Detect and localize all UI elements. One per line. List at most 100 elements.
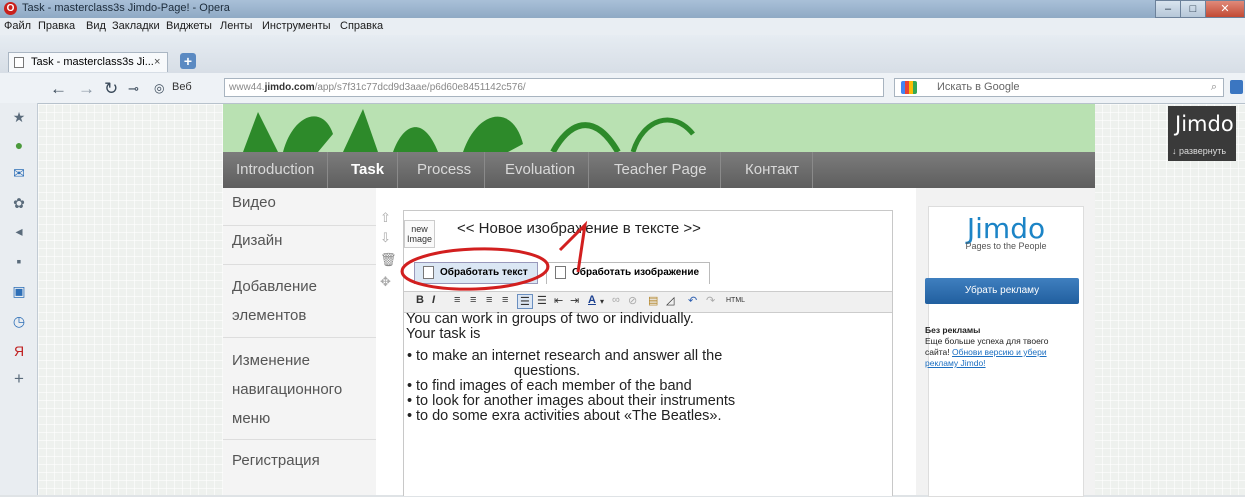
menu-help[interactable]: Справка — [340, 20, 383, 32]
google-icon[interactable] — [901, 81, 917, 94]
submenu-registration[interactable]: Регистрация — [232, 446, 320, 475]
downloads-icon[interactable]: ▣ — [10, 283, 28, 300]
submenu-add-line2[interactable]: элементов — [232, 301, 306, 330]
opera-logo-icon: O — [4, 2, 17, 15]
nav-contact[interactable]: Контакт — [732, 152, 814, 188]
redo-icon[interactable]: ↷ — [706, 294, 715, 307]
menu-file[interactable]: Файл — [4, 20, 31, 32]
align-left-icon[interactable]: ≡ — [454, 294, 460, 306]
tab-edit-image-label: Обработать изображение — [572, 267, 700, 278]
yandex-icon[interactable]: Я — [10, 343, 28, 359]
right-sidebar: Jimdo Pages to the People Убрать рекламу… — [916, 188, 1095, 497]
new-image-badge: new Image — [404, 220, 435, 248]
nav-evoluation[interactable]: Evoluation — [492, 152, 590, 188]
nav-teacher-page[interactable]: Teacher Page — [601, 152, 721, 188]
justify-icon[interactable]: ≡ — [502, 294, 508, 306]
move-up-icon[interactable]: ⇧ — [380, 210, 391, 226]
formatting-toolbar: B I ≡ ≡ ≡ ≡ ☰ ☰ ⇤ ⇥ A ▾ ∞ ⊘ ▤ ◿ ↶ ↷ HTML — [404, 291, 892, 313]
nav-process[interactable]: Process — [404, 152, 486, 188]
list-item: to look for another images about their i… — [407, 394, 886, 410]
tab-close-icon[interactable]: × — [154, 56, 160, 68]
remove-ads-button[interactable]: Убрать рекламу — [925, 278, 1079, 304]
menu-widgets[interactable]: Виджеты — [166, 20, 212, 32]
bookmarks-star-icon[interactable]: ★ — [10, 109, 28, 126]
url-host: www44. — [229, 82, 265, 93]
widgets-icon[interactable]: ● — [10, 137, 28, 153]
editor-text-area[interactable]: You can work in groups of two or individ… — [404, 312, 886, 425]
site-navigation: Introduction Task Process Evoluation Tea… — [223, 152, 1095, 188]
delete-trash-icon[interactable]: 🗑 — [380, 252, 397, 268]
address-input[interactable]: www44.jimdo.com/app/s7f31c77dcd9d3aae/p6… — [224, 78, 884, 97]
page-icon — [14, 57, 24, 68]
web-label: Веб — [172, 81, 192, 93]
notes-icon[interactable]: ▪ — [10, 253, 28, 269]
reload-icon[interactable]: ↻ — [104, 79, 118, 99]
jimdo-badge-logo: Jimdo — [1175, 112, 1234, 136]
security-icon[interactable]: ◎ — [154, 81, 164, 95]
maximize-button[interactable]: □ — [1180, 0, 1206, 18]
feeds-icon[interactable]: ◂ — [10, 223, 28, 240]
submenu-design[interactable]: Дизайн — [232, 226, 282, 255]
font-color-icon[interactable]: A — [588, 294, 596, 306]
add-panel-icon[interactable]: + — [10, 369, 28, 389]
undo-icon[interactable]: ↶ — [688, 294, 697, 307]
link-icon[interactable]: ∞ — [612, 294, 620, 306]
search-input[interactable]: Искать в Google ⌕ — [894, 78, 1224, 97]
extension-icon[interactable] — [1230, 80, 1243, 94]
menu-bookmarks[interactable]: Закладки — [112, 20, 160, 32]
tab-edit-text[interactable]: Обработать текст — [414, 262, 538, 284]
site-banner — [223, 104, 1095, 152]
submenu-nav-line3[interactable]: меню — [232, 404, 270, 433]
task-list: to make an internet research and answer … — [406, 349, 886, 425]
html-button[interactable]: HTML — [726, 297, 745, 304]
jimdo-logo[interactable]: Jimdo Pages to the People — [935, 212, 1077, 272]
drag-handle-icon[interactable]: ✥ — [380, 274, 391, 290]
submenu-video[interactable]: Видео — [232, 188, 276, 217]
menu-edit[interactable]: Правка — [38, 20, 75, 32]
search-icon[interactable]: ⌕ — [1211, 79, 1217, 96]
history-clock-icon[interactable]: ◷ — [10, 313, 28, 330]
indent-icon[interactable]: ⇥ — [570, 294, 579, 307]
expand-link[interactable]: ↓ развернуть — [1172, 146, 1226, 156]
list-item: to make an internet research and answer … — [407, 349, 886, 365]
menu-feeds[interactable]: Ленты — [220, 20, 252, 32]
numbered-list-icon[interactable]: ☰ — [537, 294, 547, 307]
document-icon — [423, 265, 434, 279]
list-item: to do some exra activities about «The Be… — [407, 409, 886, 425]
nav-task[interactable]: Task — [338, 152, 399, 188]
editor-heading: << Новое изображение в тексте >> — [457, 220, 701, 237]
italic-icon[interactable]: I — [432, 294, 435, 306]
key-icon[interactable]: ⊸ — [128, 81, 139, 97]
minimize-button[interactable]: – — [1155, 0, 1181, 18]
settings-gear-icon[interactable]: ✿ — [10, 195, 28, 212]
chevron-down-icon[interactable]: ▾ — [600, 297, 604, 306]
bold-icon[interactable]: B — [416, 294, 424, 306]
submenu-nav-line1[interactable]: Изменение — [232, 346, 310, 375]
submenu-add-line1[interactable]: Добавление — [232, 272, 317, 301]
jimdo-badge[interactable]: Jimdo ↓ развернуть — [1168, 106, 1236, 161]
url-domain: jimdo.com — [264, 82, 315, 93]
tab-edit-image[interactable]: Обработать изображение — [546, 262, 710, 284]
banner-decoration — [243, 109, 695, 152]
new-tab-button[interactable]: + — [180, 53, 196, 69]
jimdo-tagline: Pages to the People — [965, 241, 1047, 251]
menu-tools[interactable]: Инструменты — [262, 20, 331, 32]
browser-tab[interactable]: Task - masterclass3s Ji... × — [8, 52, 168, 72]
menu-view[interactable]: Вид — [86, 20, 106, 32]
close-window-button[interactable]: ✕ — [1205, 0, 1245, 18]
align-right-icon[interactable]: ≡ — [486, 294, 492, 306]
no-ads-title: Без рекламы — [925, 325, 981, 335]
unlink-icon[interactable]: ⊘ — [628, 294, 637, 307]
submenu-nav-line2[interactable]: навигационного — [232, 375, 342, 404]
outdent-icon[interactable]: ⇤ — [554, 294, 563, 307]
align-center-icon[interactable]: ≡ — [470, 294, 476, 306]
url-path: /app/s7f31c77dcd9d3aae/p6d60e8451142c576… — [314, 82, 526, 93]
move-down-icon[interactable]: ⇩ — [380, 230, 391, 246]
mail-icon[interactable]: ✉ — [10, 165, 28, 182]
bullet-list-icon[interactable]: ☰ — [517, 294, 533, 309]
paste-icon[interactable]: ▤ — [648, 294, 658, 307]
forward-icon[interactable]: → — [78, 79, 95, 99]
nav-introduction[interactable]: Introduction — [223, 152, 329, 188]
clear-format-icon[interactable]: ◿ — [666, 294, 674, 307]
back-icon[interactable]: ← — [50, 79, 67, 99]
